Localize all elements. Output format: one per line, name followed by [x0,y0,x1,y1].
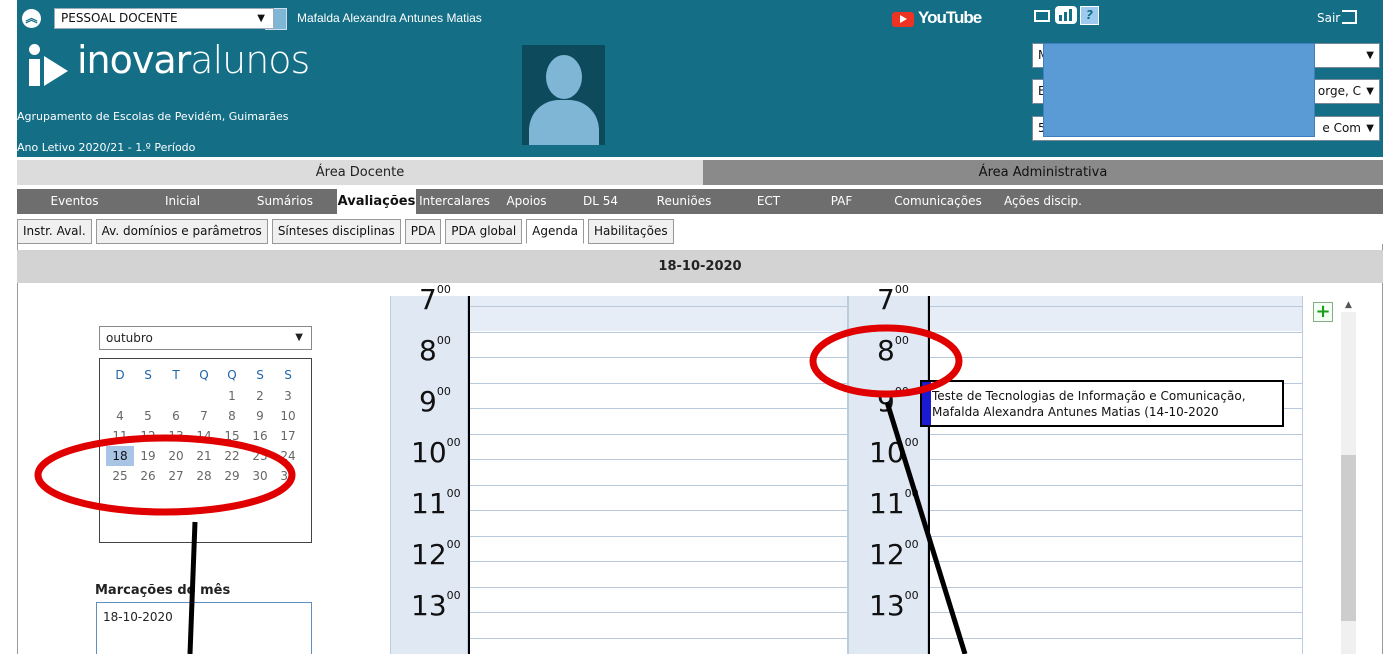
annotation-line-right [884,401,968,654]
annotation-line-left [187,521,198,654]
annotation-ellipse-hour [809,324,963,398]
annotation-ellipse-calendar [34,434,296,516]
annotation-overlay [34,324,968,654]
